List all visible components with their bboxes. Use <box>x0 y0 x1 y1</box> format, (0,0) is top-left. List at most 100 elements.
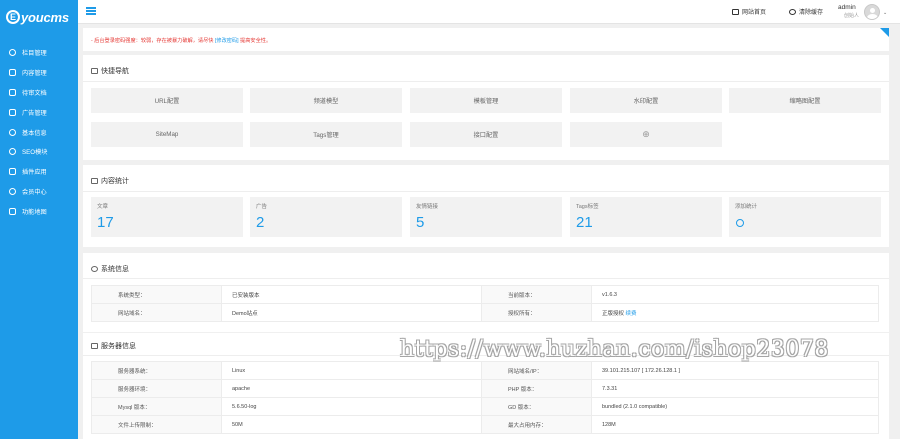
table-cell: GD 版本： <box>481 397 592 416</box>
sidebar-item-members[interactable]: 会员中心 <box>0 182 78 202</box>
content-stats-title: 内容统计 <box>91 176 129 186</box>
server-info-title: 服务器信息 <box>91 341 136 351</box>
admin-name[interactable]: admin <box>838 4 856 11</box>
quick-nav-api[interactable]: 接口配置 <box>410 122 562 147</box>
chevron-down-icon[interactable]: ⌄ <box>883 10 887 16</box>
avatar[interactable] <box>864 4 880 20</box>
stat-tags[interactable]: Tags标签 21 <box>570 197 722 237</box>
stat-articles[interactable]: 文章 17 <box>91 197 243 237</box>
map-icon <box>9 207 16 215</box>
table-cell: 文件上传限制： <box>91 415 222 434</box>
stat-add[interactable]: 添加统计 <box>729 197 881 237</box>
stat-value: 2 <box>256 214 265 231</box>
logo-mark: E <box>6 10 20 24</box>
sidebar-nav: 栏目管理 内容管理 待审文档 广告管理 基本信息 SEO模块 插件应用 会员中心… <box>0 43 78 221</box>
system-info-table: 系统类型： 已安装版本 当前版本： v1.6.3 网站域名： Demo站点 授权… <box>91 285 879 322</box>
watermark: https://www.huzhan.com/ishop23078 <box>400 337 829 362</box>
sidebar-item-label: 内容管理 <box>22 70 47 78</box>
stat-value: 5 <box>416 214 425 231</box>
table-row: 文件上传限制： 50M 最大占用内存： 128M <box>91 415 879 434</box>
table-row: 服务器系统： Linux 网站域名/IP： 39.101.215.107 [ 1… <box>91 361 879 380</box>
sidebar-item-ads[interactable]: 广告管理 <box>0 102 78 122</box>
site-home-link[interactable]: 网站首页 <box>732 7 766 16</box>
quick-nav-thumbnail[interactable]: 缩略图配置 <box>729 88 881 113</box>
stat-label: 友情链接 <box>416 204 439 210</box>
chart-icon <box>91 178 98 184</box>
table-cell: 50M <box>221 415 482 434</box>
quick-nav-url[interactable]: URL配置 <box>91 88 243 113</box>
menu-toggle-icon[interactable] <box>86 7 96 15</box>
table-cell: Linux <box>221 361 482 380</box>
change-password-link[interactable]: [修改密码] <box>215 38 239 44</box>
sidebar-item-seo[interactable]: SEO模块 <box>0 142 78 162</box>
quick-nav-sitemap[interactable]: SiteMap <box>91 122 243 147</box>
table-cell: 正版授权 续费 <box>591 303 879 322</box>
table-row: 系统类型： 已安装版本 当前版本： v1.6.3 <box>91 285 879 304</box>
logo-text: youcms <box>21 9 69 25</box>
system-info-panel: 系统信息 系统类型： 已安装版本 当前版本： v1.6.3 网站域名： Demo… <box>83 253 889 332</box>
table-cell: 服务器环境： <box>91 379 222 398</box>
table-cell: 网站域名： <box>91 303 222 322</box>
top-bar: 网站首页 清除缓存 admin 创始人 ⌄ <box>78 0 900 24</box>
table-row: 网站域名： Demo站点 授权所有： 正版授权 续费 <box>91 303 879 322</box>
stat-ads[interactable]: 广告 2 <box>250 197 402 237</box>
plugin-icon <box>9 168 16 176</box>
stat-links[interactable]: 友情链接 5 <box>410 197 562 237</box>
stat-label: 广告 <box>256 204 268 210</box>
add-circle-icon <box>736 219 744 227</box>
settings-icon <box>9 128 16 136</box>
alert-suffix: 提高安全性。 <box>240 38 272 44</box>
gear-icon <box>9 49 16 57</box>
monitor-icon <box>732 8 739 15</box>
seo-icon <box>9 148 16 156</box>
logo[interactable]: E youcms <box>6 8 69 26</box>
site-home-label: 网站首页 <box>742 10 767 16</box>
sidebar-item-pending[interactable]: 待审文档 <box>0 83 78 103</box>
refresh-icon <box>789 8 796 15</box>
security-alert: - 后台登录密码强度：较弱，存在被暴力破解，请尽快 [修改密码] 提高安全性。 <box>83 28 889 51</box>
sidebar-item-content[interactable]: 内容管理 <box>0 63 78 83</box>
sidebar-item-label: 广告管理 <box>22 109 47 117</box>
sidebar-item-label: 栏目管理 <box>22 50 47 58</box>
sidebar-item-plugins[interactable]: 插件应用 <box>0 162 78 182</box>
quick-nav-channel[interactable]: 频道模型 <box>250 88 402 113</box>
renew-link[interactable]: 续费 <box>626 311 637 317</box>
alert-message: - 后台登录密码强度：较弱，存在被暴力破解，请尽快 <box>91 38 214 44</box>
table-cell: 授权所有： <box>481 303 592 322</box>
clear-cache-link[interactable]: 清除缓存 <box>789 7 823 16</box>
quick-nav-panel: 快捷导航 URL配置 频道模型 模板管理 水印配置 缩略图配置 SiteMap … <box>83 55 889 160</box>
sidebar-item-label: 基本信息 <box>22 129 47 137</box>
table-cell: 服务器系统： <box>91 361 222 380</box>
stat-value: 17 <box>97 214 114 231</box>
ad-icon <box>9 108 16 116</box>
send-icon <box>91 68 98 74</box>
table-cell: Mysql 版本： <box>91 397 222 416</box>
list-icon <box>9 88 16 96</box>
user-icon <box>9 187 16 195</box>
quick-nav-watermark[interactable]: 水印配置 <box>570 88 722 113</box>
sidebar-item-basic[interactable]: 基本信息 <box>0 122 78 142</box>
quick-nav-template[interactable]: 模板管理 <box>410 88 562 113</box>
license-value: 正版授权 <box>602 310 626 317</box>
table-cell: 128M <box>591 415 879 434</box>
admin-role: 创始人 <box>844 13 860 19</box>
table-cell: apache <box>221 379 482 398</box>
sidebar-item-map[interactable]: 功能地图 <box>0 201 78 221</box>
table-cell: 7.3.31 <box>591 379 879 398</box>
clear-cache-label: 清除缓存 <box>799 10 824 16</box>
system-info-title: 系统信息 <box>91 264 129 274</box>
table-cell: 39.101.215.107 [ 172.26.128.1 ] <box>591 361 879 380</box>
document-icon <box>9 69 16 77</box>
sidebar-item-column[interactable]: 栏目管理 <box>0 43 78 63</box>
add-shortcut-button[interactable]: ⊕ <box>570 122 722 147</box>
divider <box>83 191 889 192</box>
table-cell: 系统类型： <box>91 285 222 304</box>
alert-text: - 后台登录密码强度：较弱，存在被暴力破解，请尽快 [修改密码] 提高安全性。 <box>91 37 271 44</box>
quick-nav-tags[interactable]: Tags管理 <box>250 122 402 147</box>
stat-value: 21 <box>576 214 593 231</box>
table-row: Mysql 版本： 5.6.50-log GD 版本： bundled (2.1… <box>91 397 879 416</box>
sidebar: E youcms 栏目管理 内容管理 待审文档 广告管理 基本信息 SEO模块 … <box>0 0 78 439</box>
table-cell: 已安装版本 <box>221 285 482 304</box>
server-icon <box>91 343 98 349</box>
sidebar-item-label: 待审文档 <box>22 89 47 97</box>
